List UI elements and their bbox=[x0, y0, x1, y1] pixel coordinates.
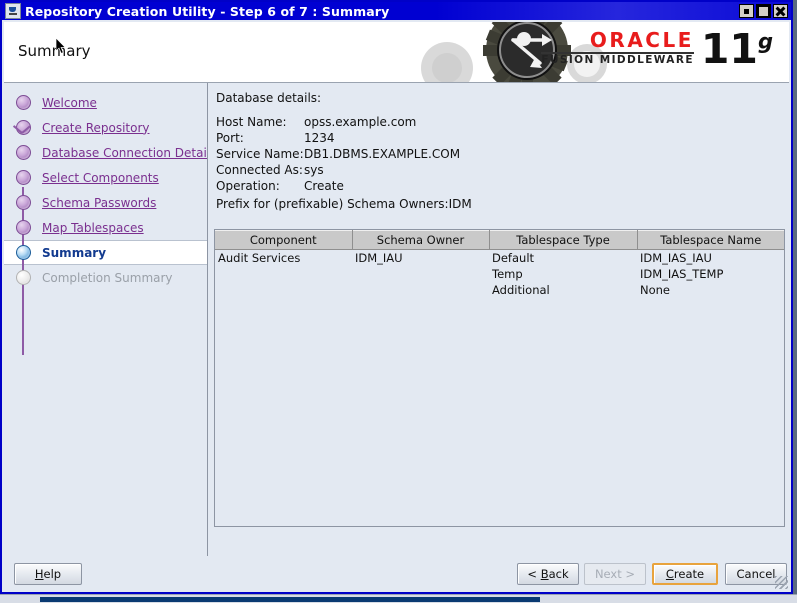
cell-schema-owner bbox=[352, 266, 489, 282]
cell-tablespace-name: None bbox=[640, 283, 671, 297]
sidebar-item-label: Completion Summary bbox=[42, 270, 173, 285]
column-header-schema-owner[interactable]: Schema Owner bbox=[352, 230, 490, 250]
column-header-component[interactable]: Component bbox=[215, 230, 353, 250]
sidebar-item-map-tablespaces[interactable]: Map Tablespaces bbox=[4, 215, 207, 240]
detail-key: Operation: bbox=[216, 179, 280, 193]
detail-key: Service Name: bbox=[216, 147, 304, 161]
step-node-icon bbox=[16, 170, 31, 185]
column-header-tablespace-type[interactable]: Tablespace Type bbox=[489, 230, 638, 250]
schema-prefix-text: Prefix for (prefixable) Schema Owners:ID… bbox=[216, 197, 472, 211]
title-bar: Repository Creation Utility - Step 6 of … bbox=[2, 2, 791, 20]
step-node-icon bbox=[16, 145, 31, 160]
oracle-product-line: FUSION MIDDLEWARE bbox=[541, 54, 694, 66]
table-header-row: Component Schema Owner Tablespace Type T… bbox=[215, 230, 784, 250]
detail-row: Operation: Create bbox=[216, 179, 460, 195]
step-node-icon bbox=[16, 95, 31, 110]
cell-component bbox=[215, 266, 352, 282]
version-number: 11 bbox=[700, 25, 758, 73]
detail-row: Host Name: opss.example.com bbox=[216, 115, 460, 131]
window-title: Repository Creation Utility - Step 6 of … bbox=[25, 3, 390, 19]
minimize-icon[interactable] bbox=[739, 4, 754, 18]
sidebar-item-label: Summary bbox=[42, 245, 107, 260]
sidebar-item-label: Map Tablespaces bbox=[42, 220, 144, 235]
background-window-titlebar bbox=[40, 597, 540, 602]
table-row[interactable]: Additional None bbox=[215, 282, 784, 298]
step-node-icon bbox=[16, 220, 31, 235]
sidebar-item-database-connection-details[interactable]: Database Connection Details bbox=[4, 140, 216, 165]
detail-value: opss.example.com bbox=[304, 115, 417, 129]
mouse-cursor bbox=[56, 38, 67, 54]
cell-schema-owner bbox=[352, 282, 489, 298]
sidebar-item-select-components[interactable]: Select Components bbox=[4, 165, 207, 190]
back-button[interactable]: < Back bbox=[517, 563, 579, 585]
database-details-list: Host Name: opss.example.com Port: 1234 S… bbox=[216, 115, 460, 195]
help-button[interactable]: Help bbox=[14, 563, 82, 585]
detail-value: DB1.DBMS.EXAMPLE.COM bbox=[304, 147, 461, 161]
sidebar-item-summary[interactable]: Summary bbox=[4, 240, 207, 265]
header-banner: Summary ORACLE FUSION MIDDLEWARE 11g bbox=[4, 22, 789, 82]
database-details-heading: Database details: bbox=[216, 91, 322, 105]
step-node-icon bbox=[16, 245, 31, 260]
step-node-icon bbox=[16, 195, 31, 210]
detail-value: 1234 bbox=[304, 131, 335, 145]
wizard-step-sidebar: Welcome Create Repository Database Conne… bbox=[4, 83, 216, 556]
cell-component bbox=[215, 282, 352, 298]
create-button[interactable]: Create bbox=[652, 563, 718, 585]
detail-key: Host Name: bbox=[216, 115, 287, 129]
cell-tablespace-type: Temp bbox=[492, 267, 523, 281]
sidebar-item-label: Select Components bbox=[42, 170, 159, 185]
step-node-icon bbox=[16, 270, 31, 285]
window-controls bbox=[739, 4, 789, 18]
cell-tablespace-type: Additional bbox=[492, 283, 550, 297]
oracle-brand-text: ORACLE bbox=[589, 28, 694, 52]
sidebar-item-label: Create Repository bbox=[42, 120, 150, 135]
sidebar-item-label: Welcome bbox=[42, 95, 97, 110]
resize-grip[interactable] bbox=[775, 576, 788, 589]
dialog-button-bar: Help < Back Next > Create Cancel bbox=[4, 558, 789, 592]
cell-schema-owner: IDM_IAU bbox=[355, 251, 403, 265]
sidebar-item-welcome[interactable]: Welcome bbox=[4, 90, 207, 115]
oracle-logo: ORACLE FUSION MIDDLEWARE 11g bbox=[541, 28, 773, 70]
detail-key: Port: bbox=[216, 131, 244, 145]
component-summary-table: Component Schema Owner Tablespace Type T… bbox=[214, 229, 785, 527]
sidebar-item-completion-summary: Completion Summary bbox=[4, 265, 207, 290]
sidebar-item-label: Schema Passwords bbox=[42, 195, 157, 210]
table-row[interactable]: Audit Services IDM_IAU Default IDM_IAS_I… bbox=[215, 250, 784, 267]
application-window: Repository Creation Utility - Step 6 of … bbox=[0, 0, 793, 594]
sidebar-item-create-repository[interactable]: Create Repository bbox=[4, 115, 207, 140]
cell-tablespace-name: IDM_IAS_IAU bbox=[640, 251, 712, 265]
detail-value: sys bbox=[304, 163, 324, 177]
detail-row: Port: 1234 bbox=[216, 131, 460, 147]
oracle-wordmark: ORACLE FUSION MIDDLEWARE bbox=[541, 28, 694, 66]
cell-tablespace-type: Default bbox=[492, 251, 535, 265]
sidebar-item-label: Database Connection Details bbox=[42, 145, 217, 160]
next-button: Next > bbox=[584, 563, 646, 585]
cell-component: Audit Services bbox=[218, 251, 301, 265]
cell-tablespace-name: IDM_IAS_TEMP bbox=[640, 267, 724, 281]
step-branch-icon bbox=[11, 132, 33, 141]
close-icon[interactable] bbox=[773, 4, 788, 18]
detail-row: Service Name: DB1.DBMS.EXAMPLE.COM bbox=[216, 147, 460, 163]
column-header-tablespace-name[interactable]: Tablespace Name bbox=[637, 230, 784, 250]
detail-key: Connected As: bbox=[216, 163, 303, 177]
content-panel: Database details: Host Name: opss.exampl… bbox=[208, 83, 789, 556]
table-row[interactable]: Temp IDM_IAS_TEMP bbox=[215, 266, 784, 282]
version-suffix: g bbox=[757, 29, 773, 54]
sidebar-item-schema-passwords[interactable]: Schema Passwords bbox=[4, 190, 207, 215]
detail-row: Connected As: sys bbox=[216, 163, 460, 179]
page-title: Summary bbox=[18, 42, 91, 60]
maximize-icon[interactable] bbox=[756, 4, 771, 18]
oracle-version: 11g bbox=[701, 29, 773, 70]
java-coffee-cup-icon bbox=[5, 3, 21, 19]
detail-value: Create bbox=[304, 179, 344, 193]
